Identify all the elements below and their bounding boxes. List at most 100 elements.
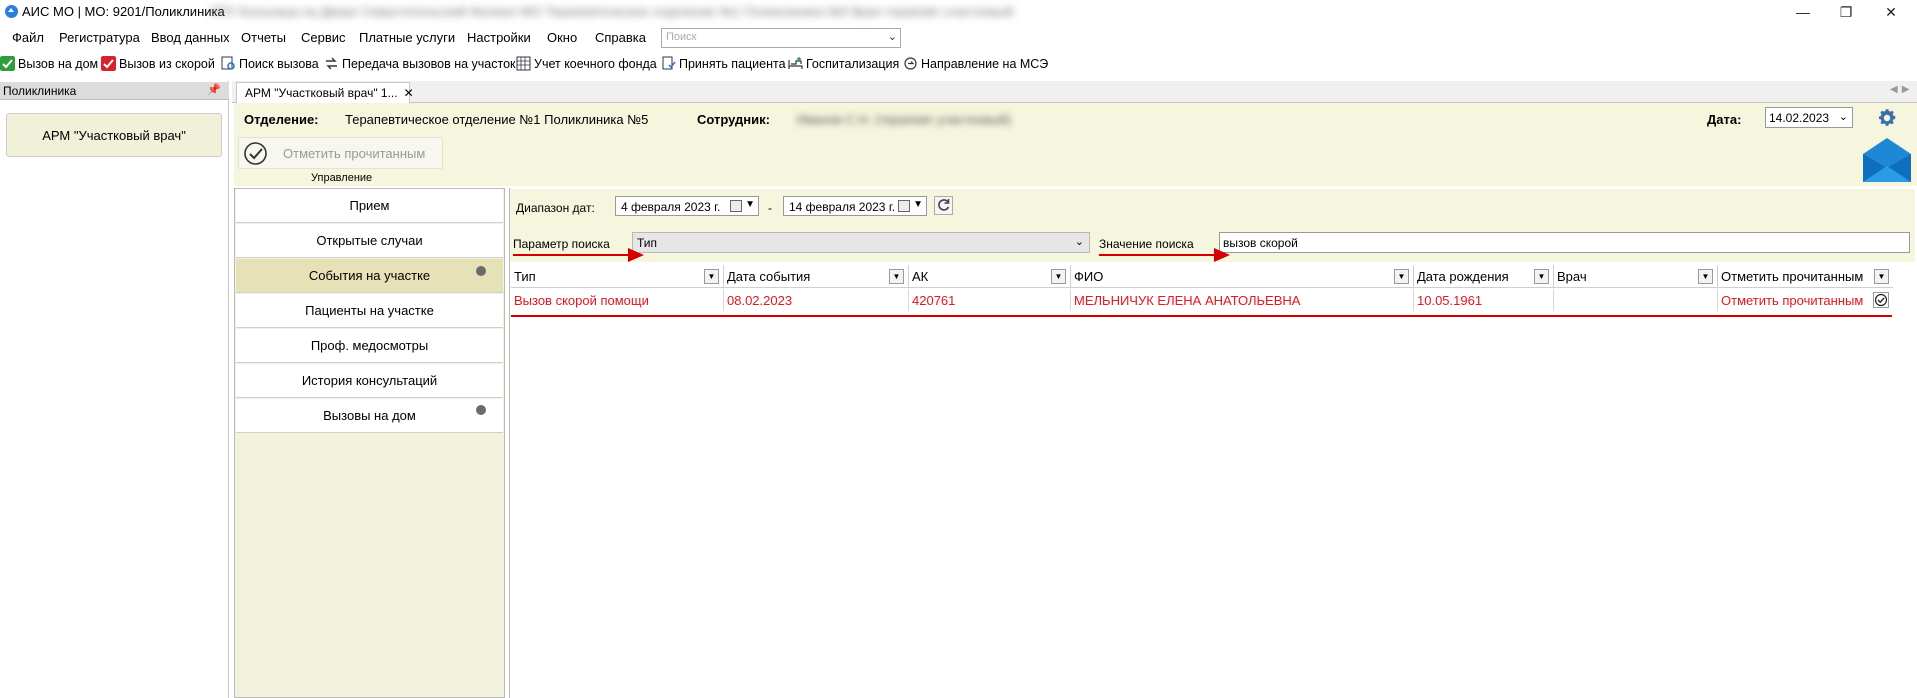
menu-data-entry[interactable]: Ввод данных	[151, 30, 230, 45]
cell-event-date: 08.02.2023	[724, 289, 909, 311]
date-from-picker[interactable]: 4 февраля 2023 г. ▼	[615, 196, 759, 216]
check-circle-icon[interactable]	[1873, 292, 1889, 308]
department-value: Терапевтическое отделение №1 Поликлиника…	[345, 112, 649, 127]
nav-item-label: История консультаций	[301, 373, 438, 388]
mail-icon[interactable]	[1861, 136, 1913, 184]
menu-help[interactable]: Справка	[595, 30, 646, 45]
referral-icon	[904, 57, 917, 70]
cell-mark-read[interactable]: Отметить прочитанным	[1718, 289, 1893, 311]
ambulance-call-button[interactable]: Вызов из скорой	[101, 56, 215, 71]
chevron-down-icon[interactable]: ▼	[913, 199, 923, 210]
pin-icon[interactable]: 📌	[207, 83, 221, 96]
nav-item-home-calls[interactable]: Вызовы на дом	[236, 399, 503, 433]
cell-fio: МЕЛЬНИЧУК ЕЛЕНА АНАТОЛЬЕВНА	[1071, 289, 1414, 311]
window-title: АИС МО | МО: 9201/Поликлиника	[22, 4, 225, 19]
calendar-icon[interactable]	[730, 200, 742, 212]
filter-dropdown-icon[interactable]: ▼	[704, 269, 719, 284]
mark-read-label: Отметить прочитанным	[283, 146, 426, 161]
nav-item-reception[interactable]: Прием	[236, 189, 503, 223]
column-title: Тип	[514, 269, 536, 284]
search-call-button[interactable]: Поиск вызова	[221, 56, 319, 71]
column-header-birth-date[interactable]: Дата рождения ▼	[1414, 265, 1554, 288]
menu-window[interactable]: Окно	[547, 30, 577, 45]
employee-label: Сотрудник:	[697, 112, 770, 127]
search-param-label: Параметр поиска	[513, 237, 610, 251]
window-title-blurred: ЛПУ Больница на Дворе Севастопольский Фи…	[210, 4, 1014, 18]
nav-item-checkups[interactable]: Проф. медосмотры	[236, 329, 503, 363]
nav-item-open-cases[interactable]: Открытые случаи	[236, 224, 503, 258]
table-row[interactable]: Вызов скорой помощи 08.02.2023 420761 МЕ…	[511, 289, 1893, 311]
tab-arm-district-doctor[interactable]: АРМ "Участковый врач" 1... ✕	[236, 82, 414, 103]
hospital-bed-icon	[788, 57, 803, 69]
search-value-input[interactable]: вызов скорой	[1219, 232, 1910, 253]
mse-referral-label: Направление на МСЭ	[921, 56, 1049, 71]
menu-settings[interactable]: Настройки	[467, 30, 531, 45]
menu-service[interactable]: Сервис	[301, 30, 346, 45]
menu-bar: Файл Регистратура Ввод данных Отчеты Сер…	[0, 26, 1917, 50]
nav-item-district-events[interactable]: События на участке	[236, 259, 503, 293]
close-button[interactable]: ✕	[1868, 0, 1914, 24]
search-param-select[interactable]: Тип ⌄	[632, 232, 1090, 253]
filter-dropdown-icon[interactable]: ▼	[1394, 269, 1409, 284]
check-circle-icon	[244, 142, 267, 165]
calendar-icon[interactable]	[898, 200, 910, 212]
accept-patient-label: Принять пациента	[679, 56, 786, 71]
menu-registry[interactable]: Регистратура	[59, 30, 140, 45]
chevron-down-icon[interactable]: ⌄	[888, 30, 897, 43]
nav-item-label: Пациенты на участке	[305, 303, 434, 318]
title-bar: АИС МО | МО: 9201/Поликлиника ЛПУ Больни…	[0, 0, 1917, 24]
search-value-label: Значение поиска	[1099, 237, 1194, 251]
menu-reports[interactable]: Отчеты	[241, 30, 286, 45]
transfer-calls-button[interactable]: Передача вызовов на участок	[324, 56, 516, 71]
cell-ak: 420761	[909, 289, 1071, 311]
nav-item-label: Вызовы на дом	[323, 408, 416, 423]
filter-dropdown-icon[interactable]: ▼	[1698, 269, 1713, 284]
column-title: Отметить прочитанным	[1721, 269, 1864, 284]
menu-file[interactable]: Файл	[12, 30, 44, 45]
search-input[interactable]: Поиск ⌄	[661, 28, 901, 48]
gear-icon[interactable]	[1876, 107, 1898, 129]
chevron-down-icon[interactable]: ⌄	[1075, 235, 1084, 248]
home-call-button[interactable]: Вызов на дом	[0, 56, 98, 71]
nav-item-district-patients[interactable]: Пациенты на участке	[236, 294, 503, 328]
close-tab-icon[interactable]: ✕	[404, 86, 414, 100]
hospitalization-button[interactable]: Госпитализация	[788, 56, 899, 71]
chevron-down-icon[interactable]: ⌄	[1839, 110, 1848, 123]
column-header-fio[interactable]: ФИО ▼	[1071, 265, 1414, 288]
menu-paid-services[interactable]: Платные услуги	[359, 30, 455, 45]
column-header-event-date[interactable]: Дата события ▼	[724, 265, 909, 288]
date-range-separator: -	[768, 201, 772, 215]
minimize-button[interactable]: —	[1780, 0, 1826, 24]
refresh-icon[interactable]	[934, 196, 953, 215]
arm-district-doctor-button[interactable]: АРМ "Участковый врач"	[6, 113, 222, 157]
nav-item-consultation-history[interactable]: История консультаций	[236, 364, 503, 398]
transfer-calls-label: Передача вызовов на участок	[342, 56, 516, 71]
chevron-down-icon[interactable]: ▼	[745, 199, 755, 210]
column-header-ak[interactable]: АК ▼	[909, 265, 1071, 288]
cell-text: 08.02.2023	[727, 293, 793, 308]
transfer-icon	[326, 57, 337, 70]
bed-fund-button[interactable]: Учет коечного фонда	[516, 56, 657, 71]
column-header-doctor[interactable]: Врач ▼	[1554, 265, 1718, 288]
accept-patient-button[interactable]: Принять пациента	[661, 56, 786, 71]
mark-read-button[interactable]: Отметить прочитанным	[238, 137, 443, 169]
date-picker[interactable]: 14.02.2023 ⌄	[1765, 107, 1853, 128]
app-icon	[5, 5, 18, 18]
mse-referral-button[interactable]: Направление на МСЭ	[903, 56, 1048, 71]
bed-grid-icon	[516, 56, 531, 71]
column-header-type[interactable]: Тип ▼	[511, 265, 724, 288]
search-call-label: Поиск вызова	[239, 56, 319, 71]
tab-scroll-arrows-icon[interactable]: ◀▶	[1890, 84, 1913, 95]
cell-birth-date: 10.05.1961	[1414, 289, 1554, 311]
filter-dropdown-icon[interactable]: ▼	[1534, 269, 1549, 284]
filter-dropdown-icon[interactable]: ▼	[1051, 269, 1066, 284]
maximize-button[interactable]: ❐	[1823, 0, 1869, 24]
date-to-picker[interactable]: 14 февраля 2023 г. ▼	[783, 196, 927, 216]
annotation-arrowhead-icon	[628, 248, 644, 262]
filter-dropdown-icon[interactable]: ▼	[1874, 269, 1889, 284]
cell-mark-read-link[interactable]: Отметить прочитанным	[1721, 293, 1863, 308]
annotation-arrow-line	[1099, 254, 1219, 256]
annotation-arrow-line	[513, 254, 633, 256]
filter-dropdown-icon[interactable]: ▼	[889, 269, 904, 284]
column-header-mark-read[interactable]: Отметить прочитанным ▼	[1718, 265, 1893, 288]
